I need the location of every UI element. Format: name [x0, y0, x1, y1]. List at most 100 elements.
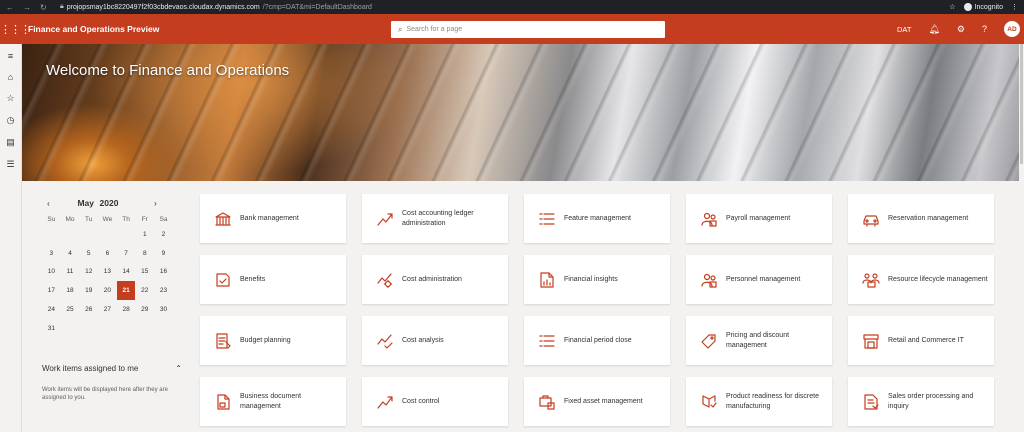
- work-items-header[interactable]: Work items assigned to me ⌃: [42, 364, 182, 373]
- calendar-empty-cell: [117, 225, 136, 244]
- weekday-label: Su: [47, 215, 56, 223]
- calendar-day[interactable]: 9: [154, 244, 173, 263]
- reload-icon[interactable]: ↻: [40, 3, 47, 12]
- help-icon[interactable]: ?: [982, 24, 987, 34]
- workspace-tile[interactable]: Reservation management: [848, 194, 994, 243]
- calendar-week: 10 11 12 13 14 15 16: [42, 263, 173, 282]
- asset-icon: [538, 393, 556, 411]
- more-icon[interactable]: ⋮: [1011, 3, 1018, 11]
- chart-check-icon: [376, 332, 394, 350]
- weekday-label: Fr: [141, 215, 148, 223]
- calendar-day[interactable]: 24: [42, 300, 61, 319]
- workspace-tile[interactable]: Financial insights: [524, 255, 670, 304]
- scrollbar[interactable]: [1019, 44, 1024, 432]
- calendar-day[interactable]: 30: [154, 300, 173, 319]
- workspace-tile[interactable]: Feature management: [524, 194, 670, 243]
- calendar-day[interactable]: 13: [98, 263, 117, 282]
- app-launcher-icon[interactable]: ⋮⋮⋮: [0, 23, 31, 36]
- workspace-tile-label: Cost control: [402, 397, 440, 405]
- calendar-day[interactable]: 2: [154, 225, 173, 244]
- people-box-icon: [862, 271, 880, 289]
- calendar-day[interactable]: 12: [79, 263, 98, 282]
- workspace-tile[interactable]: Cost accounting ledger administration: [362, 194, 508, 243]
- calendar-day[interactable]: 20: [98, 281, 117, 300]
- notifications-icon[interactable]: 🔔︎: [928, 24, 939, 35]
- workspace-tile[interactable]: Cost analysis: [362, 316, 508, 365]
- calendar-day[interactable]: 6: [98, 244, 117, 263]
- calendar-day[interactable]: 3: [42, 244, 61, 263]
- calendar-grid: Su Mo Tu We Th Fr Sa 1 2 3 4 5 6 7 8 9 10 11 12 13 14 15 16 17…: [42, 213, 173, 338]
- workspace-tile[interactable]: Cost control: [362, 377, 508, 426]
- calendar-day[interactable]: 31: [42, 319, 61, 338]
- search-input[interactable]: ⌕ Search for a page: [391, 21, 665, 38]
- calendar-day[interactable]: 7: [117, 244, 136, 263]
- next-month-icon[interactable]: ›: [154, 198, 157, 208]
- calendar-day[interactable]: 29: [135, 300, 154, 319]
- calendar-day[interactable]: 27: [98, 300, 117, 319]
- calendar-day[interactable]: 18: [61, 281, 80, 300]
- star-icon[interactable]: ☆: [949, 3, 955, 11]
- workspace-tile[interactable]: Financial period close: [524, 316, 670, 365]
- calendar-day[interactable]: 11: [61, 263, 80, 282]
- workspace-tile[interactable]: Benefits: [200, 255, 346, 304]
- navigation-pane: ≡ ⌂ ☆ ◷ ▤ ☰: [0, 44, 22, 432]
- address-bar[interactable]: 🔒︎ projopsmay1bc8220497f2f03cbdevaos.clo…: [60, 3, 372, 11]
- workspace-tile[interactable]: Budget planning: [200, 316, 346, 365]
- workspace-tile[interactable]: Business document management: [200, 377, 346, 426]
- calendar-day[interactable]: 22: [135, 281, 154, 300]
- calendar-day[interactable]: 15: [135, 263, 154, 282]
- home-icon[interactable]: ⌂: [8, 72, 13, 82]
- calendar-day[interactable]: 25: [61, 300, 80, 319]
- workspace-tile-label: Personnel management: [726, 275, 801, 283]
- workspace-tile-label: Retail and Commerce IT: [888, 336, 964, 344]
- workspace-tile-label: Pricing and discount management: [726, 331, 790, 349]
- workspace-tile[interactable]: Resource lifecycle management: [848, 255, 994, 304]
- calendar-day[interactable]: 16: [154, 263, 173, 282]
- search-placeholder: Search for a page: [406, 26, 463, 33]
- workspace-tile[interactable]: Product readiness for discrete manufactu…: [686, 377, 832, 426]
- workspace-tile-label: Reservation management: [888, 214, 969, 222]
- calendar-day[interactable]: 26: [79, 300, 98, 319]
- calendar-day[interactable]: 21: [116, 281, 136, 301]
- recent-icon[interactable]: ◷: [7, 115, 15, 126]
- avatar[interactable]: AD: [1004, 21, 1020, 37]
- workspace-tile[interactable]: Fixed asset management: [524, 377, 670, 426]
- workspace-tile[interactable]: Bank management: [200, 194, 346, 243]
- calendar-empty-cell: [98, 319, 117, 338]
- calendar-day[interactable]: 19: [79, 281, 98, 300]
- company-picker[interactable]: DAT: [897, 25, 911, 34]
- calendar-day[interactable]: 28: [117, 300, 136, 319]
- chevron-up-icon[interactable]: ⌃: [175, 364, 182, 373]
- workspace-tile-label: Budget planning: [240, 336, 291, 344]
- calendar-day[interactable]: 14: [117, 263, 136, 282]
- url-path: /?cmp=DAT&mi=DefaultDashboard: [262, 3, 372, 11]
- calendar-week: 17 18 19 20 21 22 23: [42, 281, 173, 301]
- workspace-tile[interactable]: Retail and Commerce IT: [848, 316, 994, 365]
- scrollbar-thumb[interactable]: [1020, 44, 1023, 164]
- workspace-tile[interactable]: Personnel management: [686, 255, 832, 304]
- back-icon[interactable]: ←: [6, 3, 14, 12]
- calendar-day[interactable]: 4: [61, 244, 80, 263]
- workspace-tile[interactable]: Pricing and discount management: [686, 316, 832, 365]
- calendar-day[interactable]: 10: [42, 263, 61, 282]
- forward-icon[interactable]: →: [23, 3, 31, 12]
- calendar-day[interactable]: 5: [79, 244, 98, 263]
- calendar-day[interactable]: 1: [135, 225, 154, 244]
- incognito-badge[interactable]: Incognito: [963, 3, 1003, 11]
- calendar-day[interactable]: 17: [42, 281, 61, 300]
- calendar-day[interactable]: 23: [154, 281, 173, 300]
- calendar-day[interactable]: 8: [135, 244, 154, 263]
- hero-banner: Welcome to Finance and Operations: [22, 44, 1019, 181]
- workspaces-icon[interactable]: ▤: [6, 137, 15, 148]
- settings-icon[interactable]: ⚙: [957, 24, 965, 35]
- workspace-tile[interactable]: Sales order processing and inquiry: [848, 377, 994, 426]
- menu-icon[interactable]: ≡: [8, 51, 13, 61]
- workspace-tile-label: Financial period close: [564, 336, 632, 344]
- workspace-tile[interactable]: Payroll management: [686, 194, 832, 243]
- modules-icon[interactable]: ☰: [6, 159, 14, 170]
- calendar-empty-cell: [61, 319, 80, 338]
- workspace-tile[interactable]: Cost administration: [362, 255, 508, 304]
- favorites-icon[interactable]: ☆: [6, 93, 14, 104]
- previous-month-icon[interactable]: ‹: [42, 198, 64, 208]
- app-title[interactable]: Finance and Operations Preview: [22, 24, 159, 34]
